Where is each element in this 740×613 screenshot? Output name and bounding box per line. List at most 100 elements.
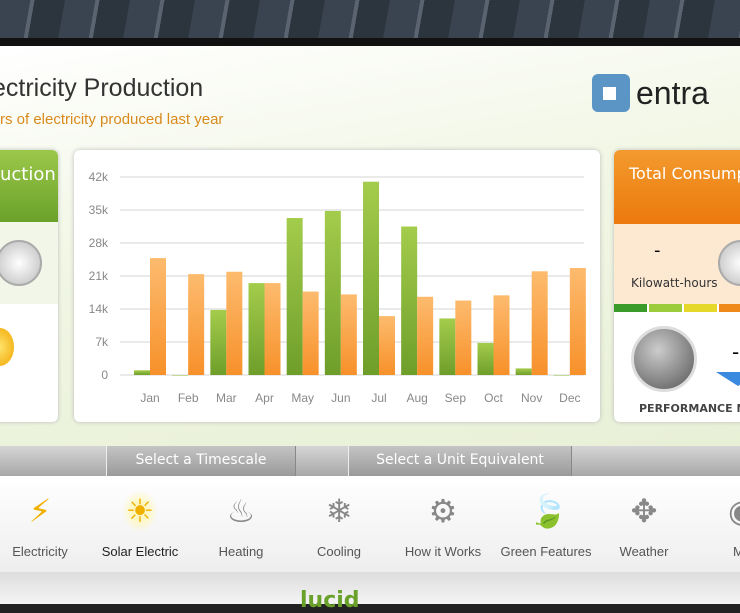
weather-vane-icon: ✥ [630,492,658,530]
consumption-bar [188,274,205,375]
select-timescale-button[interactable]: Select a Timescale [106,446,296,476]
consumption-bar [340,294,357,375]
consumption-bar [302,291,319,375]
sun-bulb-icon: ☀ [122,490,158,532]
page-title: ectricity Production [0,74,204,102]
footer: lucid [0,572,740,613]
y-tick-label: 0 [101,368,108,382]
nav-item-how-it-works[interactable]: ⚙ How it Works [395,476,491,572]
x-tick-label: Nov [521,391,542,405]
heating-radiator-icon: ♨ [226,492,256,530]
nav-item-mo[interactable]: ◉ Mo [694,476,740,572]
leaf-icon: 🍃 [528,492,568,530]
nav-item-label: Mo [732,544,740,559]
y-tick-label: 28k [89,236,109,250]
x-tick-label: May [291,391,314,405]
consumption-bar [226,271,243,375]
arrow-down-icon [716,372,740,386]
divider [0,38,740,46]
consumption-bar [417,296,434,375]
level-segment [684,304,717,312]
nav-item-label: Solar Electric [101,544,179,559]
selector-bar: Select a Timescale Select a Unit Equival… [0,446,740,476]
y-tick-label: 7k [95,335,109,349]
nav-item-cooling[interactable]: ❄ Cooling [291,476,387,572]
x-tick-label: Dec [559,391,580,405]
nav-item-label: How it Works [404,544,482,559]
y-tick-label: 42k [89,170,109,184]
y-tick-label: 35k [89,203,109,217]
cooling-radiator-icon: ❄ [325,492,353,530]
logo-mark-icon [592,74,630,112]
electric-meter-icon [718,240,740,286]
nav-item-weather[interactable]: ✥ Weather [596,476,692,572]
consumption-bar [264,283,281,375]
nav-item-solar-electric[interactable]: ☀ Solar Electric [92,476,188,572]
nav-item-green-features[interactable]: 🍃 Green Features [498,476,594,572]
production-chart: 0 7k 14k 21k 28k 35k 42k Jan Feb Mar Apr May Jun Jul A… [74,150,600,422]
x-tick-label: Mar [216,391,237,405]
consumption-bar [493,295,510,375]
production-bar [286,218,303,375]
x-tick-label: Feb [178,391,199,405]
production-bar [324,210,341,375]
production-bar [134,370,150,375]
nav-item-label: Electricity [12,544,68,559]
y-tick-label: 21k [89,269,109,283]
consumption-bar [379,316,395,375]
performance-level-bar [614,304,740,312]
production-bar [515,368,532,375]
consumption-bar [569,267,586,375]
nav-item-label: Cooling [316,544,362,559]
lightning-icon: ⚡ [28,492,52,530]
consumption-bar [455,300,472,375]
production-bar [172,375,189,376]
nav-item-electricity[interactable]: ⚡ Electricity [0,476,88,572]
production-bar [401,226,418,375]
logo-text: entra [636,74,709,111]
production-panel: uction [0,150,58,422]
performance-value: - [732,340,740,364]
solar-panel-photo [0,0,740,40]
x-tick-label: Jun [331,391,350,405]
production-bar [248,283,265,375]
film-reel-icon: ◉ [724,490,740,532]
x-tick-label: Aug [406,391,427,405]
level-segment [719,304,740,312]
x-tick-label: Jul [371,391,386,405]
entra-logo: entra [592,74,709,112]
bar-chart: 0 7k 14k 21k 28k 35k 42k Jan Feb Mar Apr May Jun Jul A… [89,170,586,405]
production-bar [477,342,494,375]
nav-item-label: Weather [619,544,669,559]
y-tick-label: 14k [89,302,109,316]
nav-item-label: Heating [218,544,264,559]
x-tick-label: Oct [484,391,503,405]
x-tick-label: Jan [140,391,159,405]
main-panel: ectricity Production rs of electricity p… [0,46,740,446]
production-bar [210,309,227,375]
production-bar [439,318,456,375]
nav-item-label: Green Features [500,544,592,559]
level-segment [614,304,647,312]
performance-label: PERFORMANCE NC [639,402,740,415]
bottom-nav: ⚡ Electricity ☀ Solar Electric ♨ Heating ❄ Cool… [0,476,740,572]
consumption-unit: Kilowatt-hours [631,276,718,290]
consumption-panel: Total Consump - Kilowatt-hours - PERFORM… [614,150,740,422]
x-tick-label: Apr [255,391,274,405]
production-bar [363,181,379,375]
electric-meter-icon [0,240,42,286]
production-panel-title: uction [0,150,58,222]
gears-icon: ⚙ [428,492,458,530]
nav-item-heating[interactable]: ♨ Heating [193,476,289,572]
x-tick-label: Sep [445,391,467,405]
consumption-value: - [654,240,661,261]
consumption-panel-title: Total Consump [614,150,740,224]
level-segment [649,304,682,312]
production-bar [553,375,570,376]
consumption-bar [150,258,166,375]
lucid-logo: lucid [300,588,360,613]
consumption-bar [531,271,548,375]
light-bulb-icon [0,328,14,366]
select-unit-button[interactable]: Select a Unit Equivalent [348,446,572,476]
performance-indicator-icon [631,326,697,392]
